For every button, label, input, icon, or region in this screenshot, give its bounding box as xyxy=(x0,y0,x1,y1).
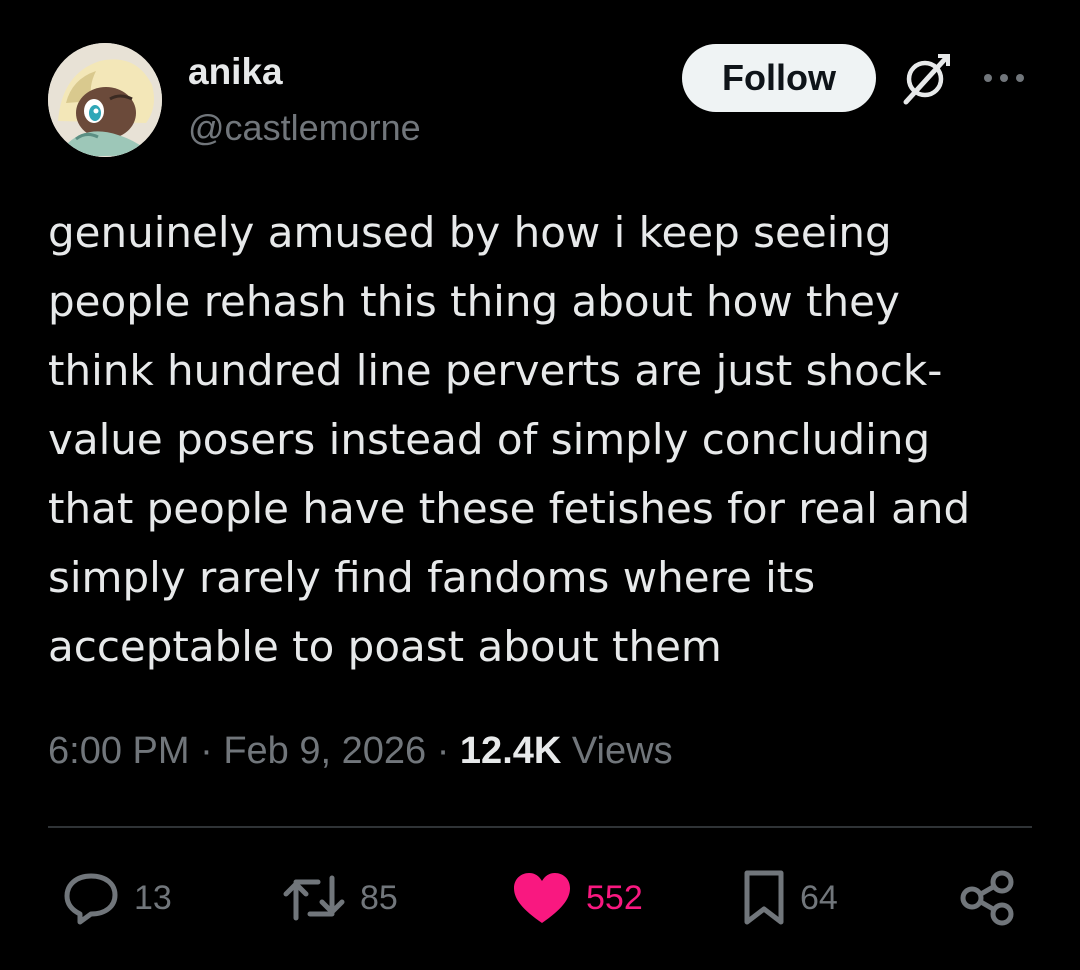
tweet-text-line: value posers instead of simply concludin… xyxy=(48,415,931,464)
tweet-text-line: that people have these fetishes for real… xyxy=(48,484,971,533)
meta-separator: · xyxy=(426,730,460,772)
share-icon xyxy=(960,870,1014,926)
retweet-icon xyxy=(283,875,345,921)
tweet-text-line: people rehash this thing about how they xyxy=(48,277,900,326)
bookmark-icon xyxy=(744,870,784,925)
views-count: 12.4K xyxy=(459,730,562,772)
more-icon[interactable] xyxy=(980,64,1028,92)
avatar[interactable] xyxy=(48,43,162,157)
tweet-text-line: genuinely amused by how i keep seeing xyxy=(48,208,892,257)
bookmark-count: 64 xyxy=(800,879,838,917)
reply-button[interactable]: 13 xyxy=(62,866,172,930)
anime-avatar-icon xyxy=(48,43,162,157)
bookmark-button[interactable]: 64 xyxy=(742,866,838,930)
like-button[interactable]: 552 xyxy=(512,866,643,930)
tweet-date[interactable]: Feb 9, 2026 xyxy=(223,730,426,772)
tweet-text-line: simply rarely find fandoms where its xyxy=(48,553,816,602)
user-handle[interactable]: @castlemorne xyxy=(188,106,421,150)
tweet: anika @castlemorne Follow genuinely amus… xyxy=(0,0,1080,970)
divider xyxy=(48,826,1032,828)
tweet-time[interactable]: 6:00 PM xyxy=(48,730,190,772)
views-label: Views xyxy=(561,730,673,772)
display-name[interactable]: anika xyxy=(188,50,283,94)
tweet-meta: 6:00 PM · Feb 9, 2026 · 12.4K Views xyxy=(48,726,673,776)
like-count: 552 xyxy=(586,879,643,917)
tweet-text-line: acceptable to poast about them xyxy=(48,622,722,671)
reply-count: 13 xyxy=(134,879,172,917)
share-button[interactable] xyxy=(958,866,1016,930)
tweet-text-line: think hundred line perverts are just sho… xyxy=(48,346,943,395)
meta-separator: · xyxy=(189,730,224,772)
tweet-text: genuinely amused by how i keep seeing pe… xyxy=(48,198,1038,681)
reply-icon xyxy=(64,873,118,925)
retweet-button[interactable]: 85 xyxy=(282,866,398,930)
grok-icon[interactable] xyxy=(898,52,952,106)
heart-icon xyxy=(514,873,570,923)
retweet-count: 85 xyxy=(360,879,398,917)
follow-button[interactable]: Follow xyxy=(682,44,876,112)
